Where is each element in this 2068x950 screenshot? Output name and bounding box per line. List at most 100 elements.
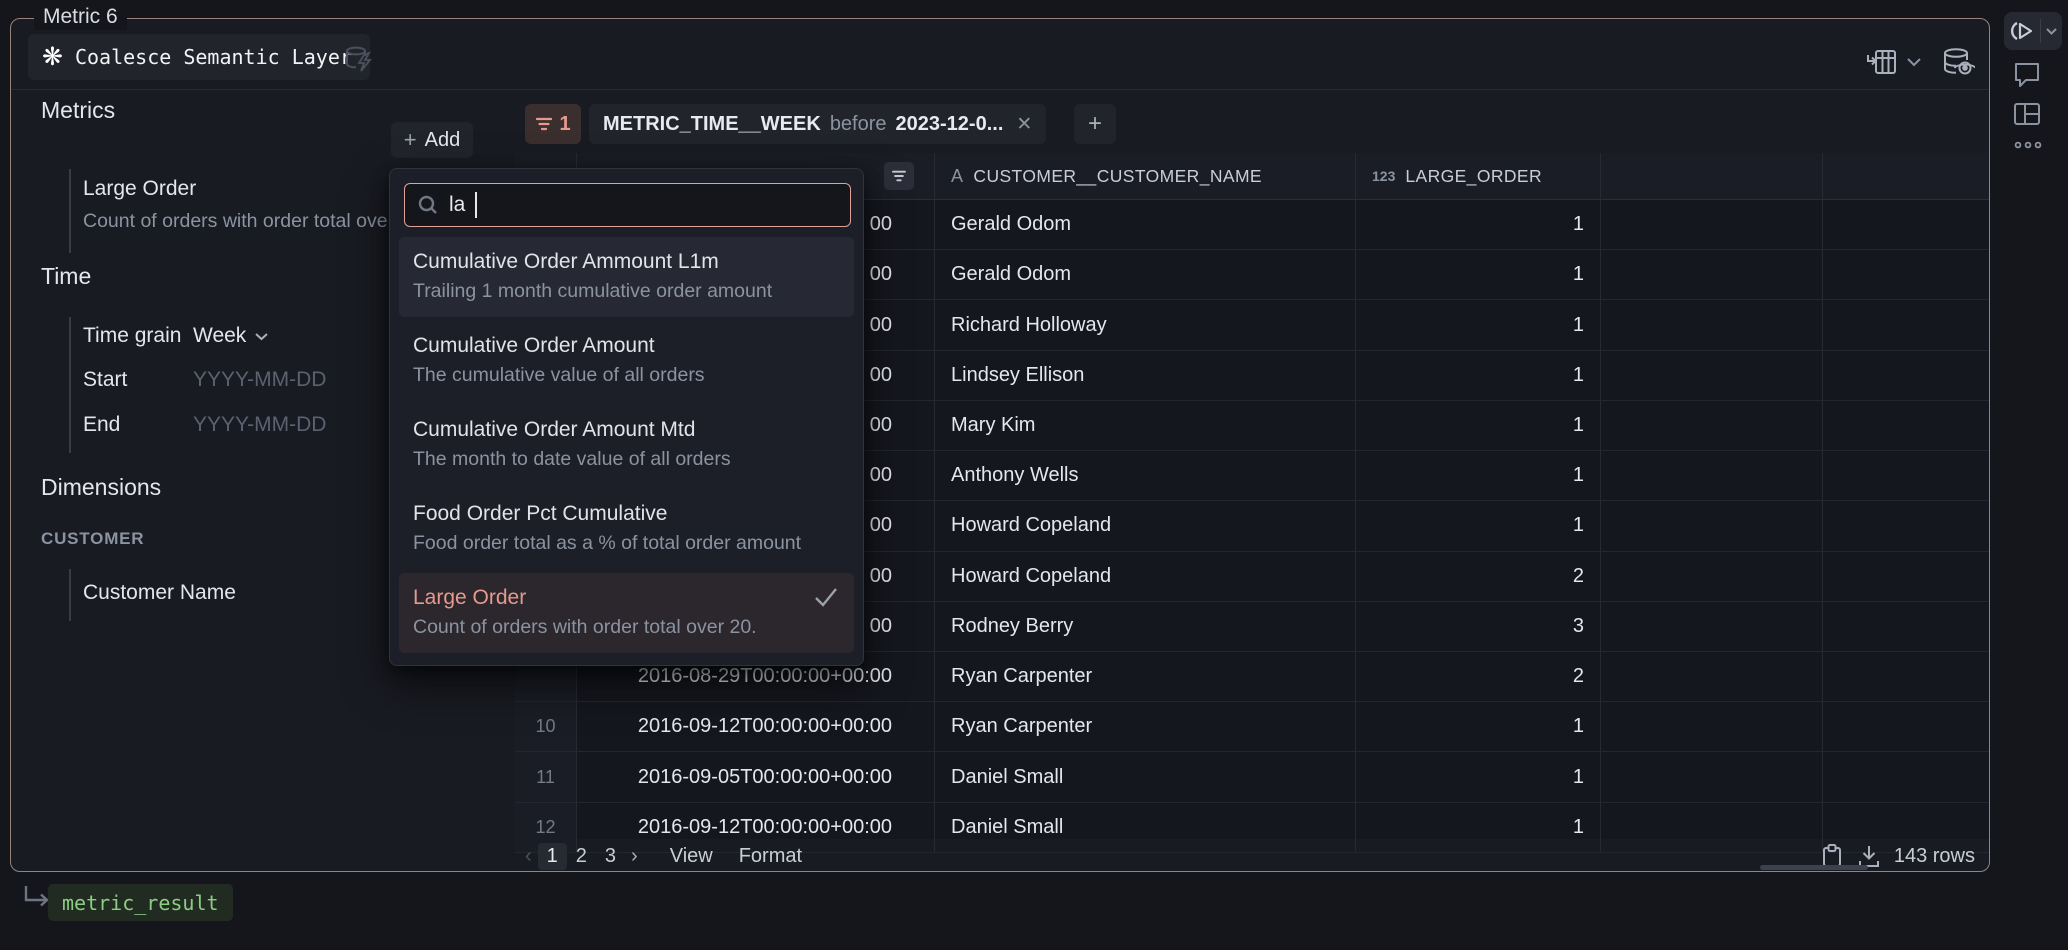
metric-option-description: Count of orders with order total over 20… — [413, 613, 840, 641]
empty-cell — [1601, 200, 1823, 249]
empty-header — [1823, 153, 1989, 199]
number-type-icon: 123 — [1372, 168, 1395, 184]
empty-cell — [1601, 501, 1823, 550]
add-metric-button[interactable]: + Add — [391, 122, 473, 158]
empty-cell — [1823, 652, 1989, 701]
check-icon — [814, 587, 838, 607]
metric-option[interactable]: Cumulative Order Amount Mtd The month to… — [399, 405, 854, 485]
row-number: 10 — [515, 702, 577, 751]
metric-option-description: Trailing 1 month cumulative order amount — [413, 277, 840, 305]
empty-cell — [1601, 552, 1823, 601]
large-order-cell: 1 — [1356, 702, 1601, 751]
metric-option-description: The month to date value of all orders — [413, 445, 840, 473]
cell-title: Metric 6 — [34, 4, 127, 30]
view-button[interactable]: View — [670, 845, 713, 868]
edit-connection-icon[interactable] — [343, 45, 377, 75]
text-type-icon: A — [951, 166, 963, 187]
metric-option-title: Cumulative Order Amount — [413, 331, 840, 361]
run-options-chevron[interactable] — [2041, 27, 2062, 36]
metric-option[interactable]: Cumulative Order Ammount L1m Trailing 1 … — [399, 237, 854, 317]
empty-cell — [1601, 401, 1823, 450]
large-order-cell: 1 — [1356, 401, 1601, 450]
filter-operator: before — [830, 113, 887, 136]
empty-cell — [1601, 752, 1823, 801]
start-date-input[interactable]: YYYY-MM-DD — [193, 368, 326, 392]
table-row[interactable]: 11 2016-09-05T00:00:00+00:00 Daniel Smal… — [515, 752, 1989, 802]
dimensions-heading: Dimensions — [41, 474, 161, 501]
send-to-table-button[interactable] — [1866, 47, 1922, 77]
dimension-item-name[interactable]: Customer Name — [83, 581, 236, 605]
comments-icon[interactable] — [2012, 60, 2042, 88]
filter-chip[interactable]: METRIC_TIME__WEEK before 2023-12-0... ✕ — [589, 104, 1046, 144]
filter-value: 2023-12-0... — [896, 113, 1004, 136]
column-filter-icon[interactable] — [884, 162, 914, 190]
customer-name-cell: Ryan Carpenter — [935, 652, 1356, 701]
next-page-button[interactable]: › — [625, 843, 644, 870]
customer-name-cell: Daniel Small — [935, 752, 1356, 801]
dimension-group-label: CUSTOMER — [41, 529, 144, 549]
time-heading: Time — [41, 263, 91, 290]
dimension-item-bar — [69, 569, 71, 621]
large-order-cell: 1 — [1356, 300, 1601, 349]
end-date-input[interactable]: YYYY-MM-DD — [193, 413, 326, 437]
format-button[interactable]: Format — [739, 845, 802, 868]
empty-cell — [1823, 401, 1989, 450]
prev-page-button[interactable]: ‹ — [515, 843, 538, 870]
run-cell-button[interactable] — [2004, 19, 2040, 43]
metric-option[interactable]: Food Order Pct Cumulative Food order tot… — [399, 489, 854, 569]
metrics-heading: Metrics — [41, 97, 115, 124]
metric-item-bar — [69, 169, 71, 253]
empty-cell — [1823, 351, 1989, 400]
preview-data-icon[interactable] — [1941, 46, 1975, 78]
time-grain-select[interactable]: Week — [193, 324, 269, 348]
metric-option[interactable]: Cumulative Order Amount The cumulative v… — [399, 321, 854, 401]
output-variable-pill[interactable]: metric_result — [48, 884, 233, 921]
large-order-cell: 3 — [1356, 602, 1601, 651]
large-order-cell: 1 — [1356, 451, 1601, 500]
large-order-cell: 1 — [1356, 200, 1601, 249]
metric-option-description: Food order total as a % of total order a… — [413, 529, 840, 557]
semantic-source-pill[interactable]: ❋ Coalesce Semantic Layer — [28, 34, 370, 80]
add-filter-button[interactable]: + — [1074, 104, 1116, 144]
page-button-2[interactable]: 2 — [567, 843, 596, 870]
metric-option-title: Food Order Pct Cumulative — [413, 499, 840, 529]
filter-count-badge[interactable]: 1 — [525, 104, 581, 144]
page-button-3[interactable]: 3 — [596, 843, 625, 870]
metric-time-week-cell: 2016-09-05T00:00:00+00:00 — [577, 752, 935, 801]
large-order-header[interactable]: 123 LARGE_ORDER — [1356, 153, 1601, 199]
end-label: End — [83, 413, 120, 437]
chevron-down-icon — [1906, 57, 1922, 67]
horizontal-scrollbar[interactable] — [1760, 865, 1868, 870]
empty-cell — [1601, 652, 1823, 701]
metric-item-name[interactable]: Large Order — [83, 177, 196, 201]
add-label: Add — [425, 129, 461, 152]
metric-option[interactable]: Large Order Count of orders with order t… — [399, 573, 854, 653]
empty-cell — [1601, 351, 1823, 400]
customer-name-cell: Gerald Odom — [935, 200, 1356, 249]
start-label: Start — [83, 368, 127, 392]
semantic-source-label: Coalesce Semantic Layer — [75, 45, 352, 69]
page-button-1[interactable]: 1 — [538, 843, 567, 870]
empty-header — [1601, 153, 1823, 199]
large-order-cell: 1 — [1356, 250, 1601, 299]
row-number: 11 — [515, 752, 577, 801]
metric-search-input[interactable]: la — [404, 183, 851, 227]
customer-name-cell: Lindsey Ellison — [935, 351, 1356, 400]
customer-name-header-label: CUSTOMER__CUSTOMER_NAME — [973, 166, 1262, 187]
layout-panel-icon[interactable] — [2012, 100, 2042, 128]
empty-cell — [1601, 602, 1823, 651]
table-row[interactable]: 10 2016-09-12T00:00:00+00:00 Ryan Carpen… — [515, 702, 1989, 752]
large-order-header-label: LARGE_ORDER — [1405, 166, 1542, 187]
text-caret — [475, 192, 477, 218]
remove-filter-icon[interactable]: ✕ — [1016, 113, 1032, 136]
chevron-down-icon — [254, 332, 269, 341]
metric-cell: ❋ Coalesce Semantic Layer — [10, 18, 1990, 872]
empty-cell — [1823, 200, 1989, 249]
large-order-cell: 2 — [1356, 652, 1601, 701]
filter-count: 1 — [559, 113, 570, 136]
more-options-icon[interactable] — [2014, 140, 2042, 150]
plus-icon: + — [404, 129, 417, 151]
empty-cell — [1823, 702, 1989, 751]
empty-cell — [1823, 250, 1989, 299]
customer-name-header[interactable]: A CUSTOMER__CUSTOMER_NAME — [935, 153, 1356, 199]
